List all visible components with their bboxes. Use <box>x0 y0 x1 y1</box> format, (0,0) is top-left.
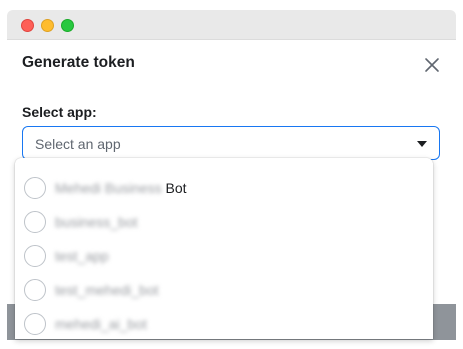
app-option-label: mehedi_ai_bot <box>55 316 147 332</box>
redacted-text: test_mehedi_bot <box>55 282 159 298</box>
close-icon <box>425 58 439 72</box>
chevron-down-icon <box>417 141 427 147</box>
select-placeholder: Select an app <box>35 136 121 152</box>
maximize-window-button[interactable] <box>61 19 74 32</box>
radio-button[interactable] <box>24 177 46 199</box>
app-option-label: test_app <box>55 248 109 264</box>
radio-button[interactable] <box>24 279 46 301</box>
app-dropdown-list: Mehedi Business Bot business_bot test_ap… <box>15 158 433 339</box>
radio-button[interactable] <box>24 245 46 267</box>
app-option[interactable]: Mehedi Business Bot <box>15 170 433 204</box>
close-window-button[interactable] <box>21 19 34 32</box>
app-option-label: Mehedi Business Bot <box>55 180 187 196</box>
dialog-title: Generate token <box>22 54 135 71</box>
close-button[interactable] <box>421 54 443 76</box>
redacted-text: Mehedi Business <box>55 180 162 196</box>
app-option[interactable]: test_mehedi_bot <box>15 272 433 306</box>
app-select[interactable]: Select an app <box>22 126 440 160</box>
app-option[interactable]: mehedi_ai_bot <box>15 306 433 339</box>
select-app-label: Select app: <box>22 104 97 120</box>
window-titlebar <box>7 10 456 40</box>
redacted-text: test_app <box>55 248 109 264</box>
radio-button[interactable] <box>24 211 46 233</box>
app-option-label: business_bot <box>55 214 138 230</box>
app-option[interactable]: business_bot <box>15 204 433 238</box>
app-option-label: test_mehedi_bot <box>55 282 159 298</box>
minimize-window-button[interactable] <box>41 19 54 32</box>
app-option-suffix: Bot <box>165 180 187 196</box>
app-option[interactable]: test_app <box>15 238 433 272</box>
redacted-text: business_bot <box>55 214 138 230</box>
radio-button[interactable] <box>24 313 46 335</box>
redacted-text: mehedi_ai_bot <box>55 316 147 332</box>
